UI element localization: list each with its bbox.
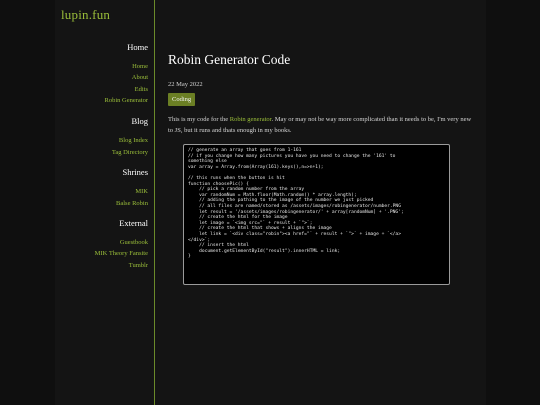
nav-link-home[interactable]: Home	[132, 63, 148, 70]
site-title[interactable]: lupin.fun	[61, 7, 110, 23]
nav-heading-external: External	[119, 218, 148, 228]
post-intro: This is my code for the Robin generator.…	[168, 114, 476, 136]
nav-link-balse-robin[interactable]: Balse Robin	[116, 200, 148, 207]
intro-text-before: This is my code for the	[168, 116, 230, 123]
page: lupin.fun Home Home About Edits Robin Ge…	[55, 0, 486, 405]
nav-heading-blog: Blog	[131, 116, 148, 126]
nav-heading-shrines: Shrines	[122, 167, 149, 177]
code-block: // generate an array that goes from 1-16…	[183, 144, 450, 285]
robin-generator-link[interactable]: Robin generator	[230, 116, 272, 123]
nav-link-about[interactable]: About	[132, 74, 148, 81]
tag-badge[interactable]: Coding	[168, 93, 196, 106]
nav-link-mik[interactable]: MIK	[135, 188, 148, 195]
sidebar: lupin.fun Home Home About Edits Robin Ge…	[55, 0, 155, 405]
nav-link-robin-generator[interactable]: Robin Generator	[104, 97, 148, 104]
nav-link-guestbook[interactable]: Guestbook	[120, 239, 148, 246]
post-title: Robin Generator Code	[168, 52, 291, 67]
nav-heading-home: Home	[127, 42, 148, 52]
nav-link-blog-index[interactable]: Blog Index	[119, 137, 148, 144]
nav-link-tag-directory[interactable]: Tag Directory	[112, 149, 148, 156]
nav-link-edits[interactable]: Edits	[135, 86, 148, 93]
post-date: 22 May 2022	[168, 81, 203, 88]
nav-link-mik-theory-fansite[interactable]: MIK Theory Fansite	[95, 250, 148, 257]
nav-link-tumblr[interactable]: Tumblr	[129, 262, 148, 269]
